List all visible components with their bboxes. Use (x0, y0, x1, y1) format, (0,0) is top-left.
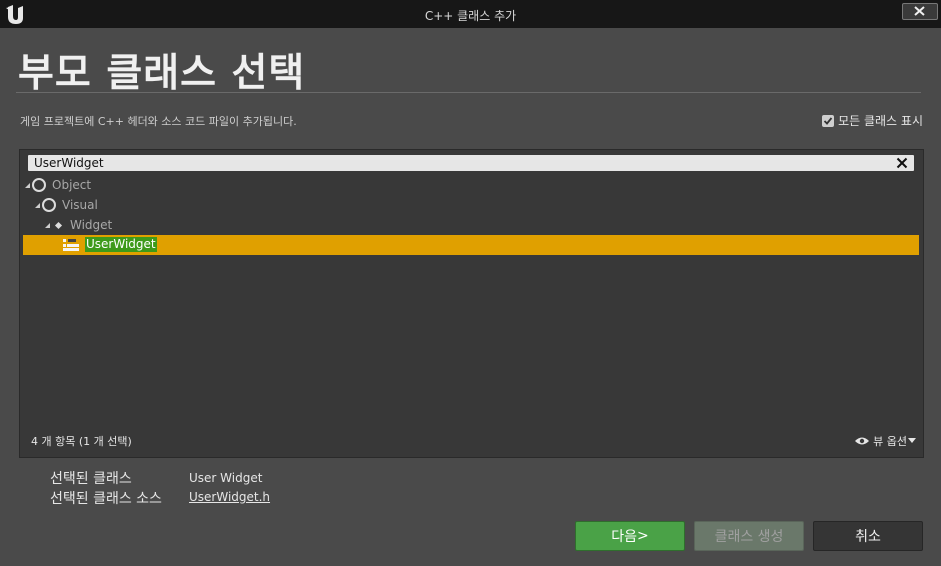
view-options-label: 뷰 옵션 (873, 435, 907, 448)
class-picker-panel: UserWidget Object Visual Widget UserWidg… (19, 149, 924, 458)
eye-icon (855, 437, 870, 445)
selected-class-source-link[interactable]: UserWidget.h (189, 490, 270, 504)
selected-class-source-label: 선택된 클래스 소스 (50, 491, 162, 507)
tree-item-label: Object (52, 178, 92, 192)
class-diamond-icon (54, 221, 63, 229)
tree-item-label: UserWidget (85, 237, 157, 252)
dropdown-arrow-icon (908, 438, 916, 443)
cancel-button[interactable]: 취소 (813, 521, 923, 551)
checkbox-checked-icon[interactable] (822, 114, 835, 127)
tree-item-label: Widget (70, 218, 113, 232)
search-input-value: UserWidget (34, 156, 104, 170)
create-class-label: 클래스 생성 (714, 529, 784, 545)
create-class-button[interactable]: 클래스 생성 (694, 521, 804, 551)
expand-arrow-icon[interactable] (35, 202, 40, 208)
view-options-button[interactable]: 뷰 옵션 (854, 433, 916, 449)
user-widget-icon (63, 239, 79, 251)
tree-item-widget[interactable]: Widget (45, 215, 112, 235)
close-icon (914, 6, 925, 16)
tree-item-visual[interactable]: Visual (35, 195, 98, 215)
expand-arrow-icon[interactable] (25, 182, 30, 188)
clear-search-icon[interactable] (896, 157, 908, 169)
window-title: C++ 클래스 추가 (424, 9, 517, 23)
title-bar: C++ 클래스 추가 (0, 0, 941, 28)
close-button[interactable] (902, 3, 938, 20)
expand-arrow-icon[interactable] (45, 222, 50, 228)
next-button-label: 다음 (611, 529, 638, 545)
dialog-content: 부모 클래스 선택 게임 프로젝트에 C++ 헤더와 소스 코드 파일이 추가됩… (0, 28, 941, 566)
selected-class-value: User Widget (189, 471, 263, 485)
selected-class-label: 선택된 클래스 (50, 471, 132, 487)
page-description: 게임 프로젝트에 C++ 헤더와 소스 코드 파일이 추가됩니다. (20, 115, 297, 128)
tree-item-label: Visual (62, 198, 98, 212)
page-title: 부모 클래스 선택 (18, 51, 306, 96)
item-count: 4 개 항목 (1 개 선택) (31, 435, 132, 448)
class-search-input[interactable]: UserWidget (28, 155, 914, 171)
heading-divider (16, 92, 921, 93)
cancel-label: 취소 (855, 529, 881, 545)
class-ring-icon (32, 178, 46, 192)
next-button[interactable]: 다음 > (575, 521, 685, 551)
show-all-classes-label: 모든 클래스 표시 (838, 114, 923, 128)
next-arrow-icon: > (637, 528, 649, 544)
tree-item-userwidget[interactable]: UserWidget (23, 235, 919, 255)
class-ring-icon (42, 198, 56, 212)
show-all-classes-toggle[interactable]: 모든 클래스 표시 (822, 112, 923, 129)
tree-item-object[interactable]: Object (25, 175, 91, 195)
